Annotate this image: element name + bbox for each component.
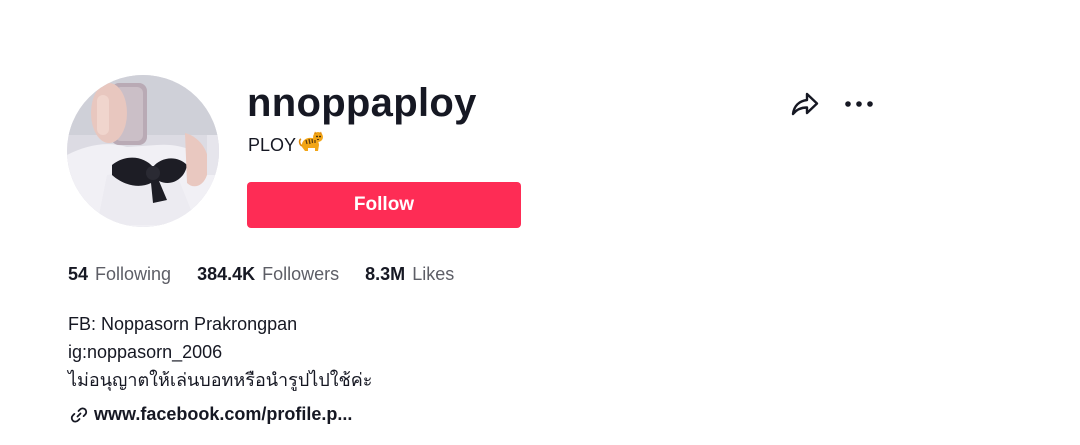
profile-header: nnoppaploy PLOY Follow 54 Following 384.… bbox=[0, 0, 1080, 445]
followers-count: 384.4K bbox=[197, 264, 256, 284]
bio-line: FB: Noppasorn Prakrongpan bbox=[68, 314, 298, 334]
bio-line: ไม่อนุญาตให้เล่นบอทหรือนำรูปไปใช้ค่ะ bbox=[68, 370, 373, 390]
username: nnoppaploy bbox=[247, 81, 477, 125]
bio-link[interactable]: www.facebook.com/profile.p... bbox=[70, 404, 352, 425]
bio-link-text[interactable]: www.facebook.com/profile.p... bbox=[94, 404, 352, 425]
bio-line: ig:noppasorn_2006 bbox=[68, 342, 223, 362]
nickname: PLOY bbox=[248, 134, 297, 155]
stat-followers[interactable]: 384.4K Followers bbox=[197, 264, 339, 285]
likes-count: 8.3M bbox=[365, 264, 406, 284]
following-count: 54 bbox=[68, 264, 89, 284]
more-icon bbox=[845, 101, 873, 107]
nickname-row: PLOY bbox=[248, 131, 324, 160]
bio: FB: Noppasorn Prakrongpan ig:noppasorn_2… bbox=[68, 310, 372, 394]
stat-following[interactable]: 54 Following bbox=[68, 264, 171, 285]
avatar-photo bbox=[67, 75, 219, 227]
more-options-button[interactable] bbox=[842, 92, 876, 116]
stat-likes: 8.3M Likes bbox=[365, 264, 454, 285]
tiger-emoji-icon bbox=[298, 131, 324, 160]
following-label: Following bbox=[95, 264, 172, 284]
share-icon bbox=[791, 92, 819, 116]
likes-label: Likes bbox=[412, 264, 455, 284]
share-button[interactable] bbox=[789, 90, 821, 118]
link-icon bbox=[70, 406, 88, 423]
followers-label: Followers bbox=[262, 264, 340, 284]
avatar[interactable] bbox=[67, 75, 219, 227]
profile-stats: 54 Following 384.4K Followers 8.3M Likes bbox=[68, 264, 480, 285]
follow-button[interactable]: Follow bbox=[247, 182, 521, 228]
